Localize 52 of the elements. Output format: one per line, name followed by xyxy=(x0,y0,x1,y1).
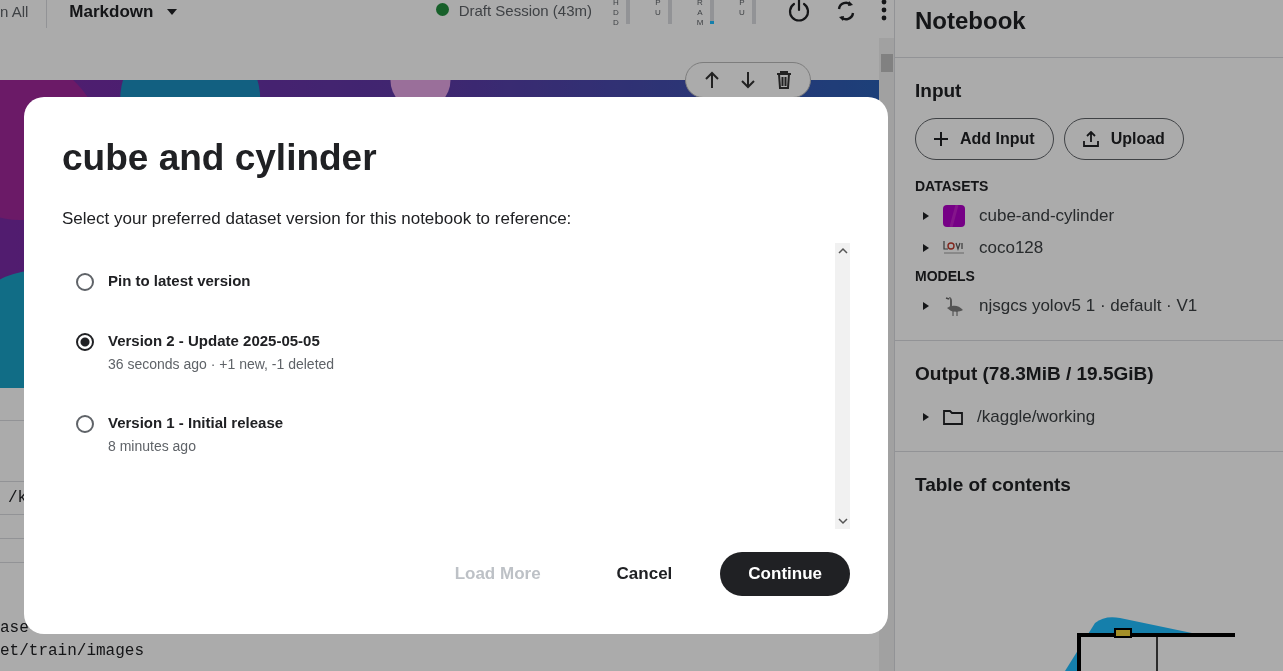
tree-item[interactable]: cube-and-cylinder xyxy=(979,206,1115,226)
code-line: ase xyxy=(0,618,30,639)
upload-icon xyxy=(1082,131,1099,147)
delete-icon[interactable] xyxy=(776,71,792,89)
move-up-icon[interactable] xyxy=(704,71,720,89)
dialog-title: cube and cylinder xyxy=(62,137,378,179)
goose-icon xyxy=(943,295,965,317)
section-heading: Input xyxy=(915,80,963,102)
expand-arrow-icon[interactable] xyxy=(923,413,929,421)
scrollbar[interactable] xyxy=(835,243,850,529)
dataset-thumbnail-icon xyxy=(943,205,965,227)
tree-item[interactable]: /kaggle/working xyxy=(977,407,1096,427)
section-heading: Table of contents xyxy=(915,474,1072,496)
expand-arrow-icon[interactable] xyxy=(923,244,929,252)
meter-label: PU xyxy=(654,0,662,19)
expand-arrow-icon[interactable] xyxy=(923,212,929,220)
session-status: Draft Session (43m) xyxy=(458,1,592,19)
dataset-logo-icon xyxy=(943,240,965,256)
power-icon[interactable] xyxy=(786,0,812,24)
plus-icon xyxy=(934,132,948,146)
cell-type-dropdown[interactable]: Markdown xyxy=(69,0,178,22)
tree-item[interactable]: njsgcs yolov5 1 · default · V1 xyxy=(979,296,1198,316)
more-icon[interactable] xyxy=(880,0,888,22)
upload-button[interactable]: Upload xyxy=(1063,118,1184,160)
dialog-prompt: Select your preferred dataset version for this notebook to reference: xyxy=(62,209,573,229)
option-label[interactable]: Version 2 - Update 2025-05-05 xyxy=(108,329,335,353)
scroll-up-icon[interactable] xyxy=(837,247,848,255)
dialog-button[interactable]: Continue xyxy=(720,552,850,596)
section-heading: Output (78.3MiB / 19.5GiB) xyxy=(915,363,1155,385)
add-input-button[interactable]: Add Input xyxy=(915,118,1054,160)
caret-icon xyxy=(167,9,178,15)
scroll-down-icon[interactable] xyxy=(837,517,848,525)
tree-item[interactable]: coco128 xyxy=(979,238,1044,258)
code-line: et/train/images xyxy=(0,641,146,662)
folder-icon xyxy=(943,409,963,425)
dialog-button[interactable]: Cancel xyxy=(588,552,701,596)
move-down-icon[interactable] xyxy=(740,71,756,89)
run-all-button[interactable]: n All xyxy=(0,0,29,20)
meter-label: RAM xyxy=(696,0,704,28)
option-detail: 8 minutes ago xyxy=(108,437,197,456)
meter-label: HDD xyxy=(612,0,620,28)
radio-button[interactable] xyxy=(76,415,94,433)
meter-label: PU xyxy=(738,0,746,19)
option-label[interactable]: Version 1 - Initial release xyxy=(108,411,284,435)
panel-title: Notebook xyxy=(895,0,1283,58)
category-heading: MODELS xyxy=(915,268,976,284)
option-label[interactable]: Pin to latest version xyxy=(108,269,251,293)
radio-button[interactable] xyxy=(76,333,94,351)
option-detail: 36 seconds ago · +1 new, -1 deleted xyxy=(108,355,335,374)
category-heading: DATASETS xyxy=(915,178,990,194)
radio-button[interactable] xyxy=(76,273,94,291)
expand-arrow-icon[interactable] xyxy=(923,302,929,310)
